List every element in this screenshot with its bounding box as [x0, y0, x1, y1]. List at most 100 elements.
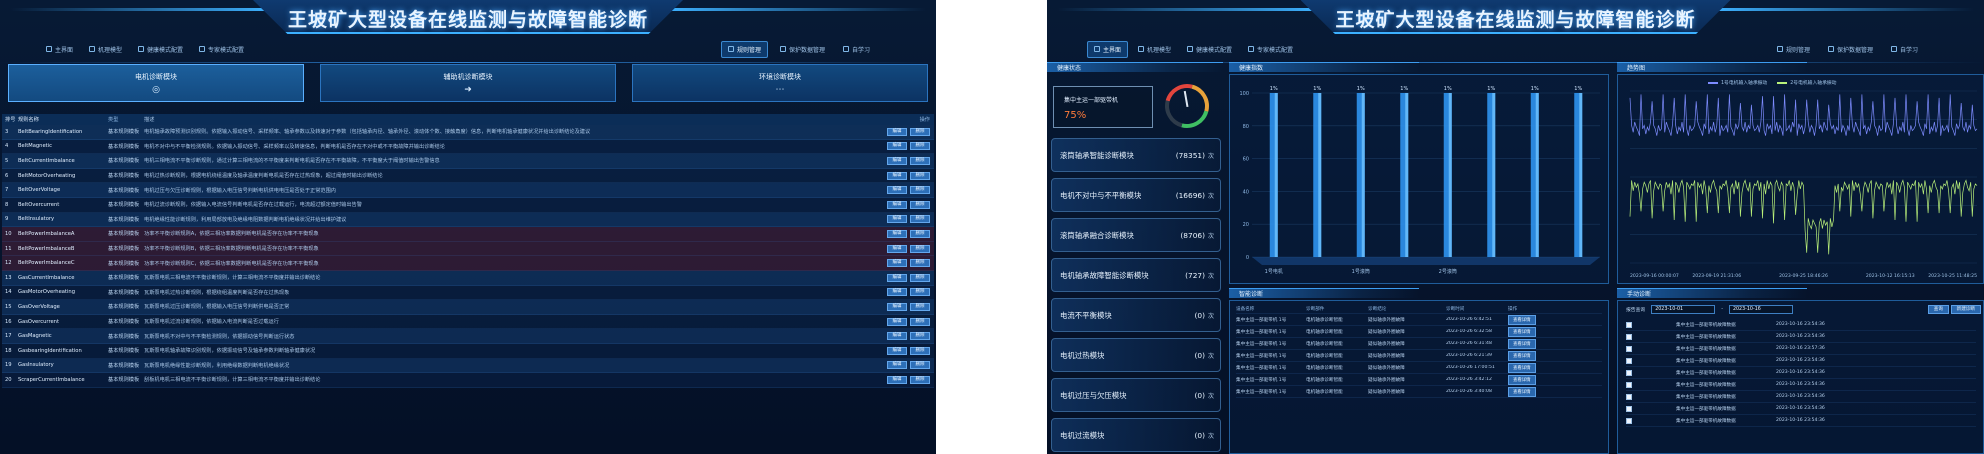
delete-button[interactable]: 删除 — [910, 186, 930, 195]
edit-button[interactable]: 编辑 — [887, 317, 907, 326]
table-row[interactable]: 集中主运一部驱带机 1号 电机轴承诊断智能 疑似轴承外圈故障 2023-10-26 3… — [1236, 386, 1602, 398]
edit-button[interactable]: 编辑 — [887, 127, 907, 136]
edit-button[interactable]: 编辑 — [887, 361, 907, 370]
module-tab-2[interactable]: 环境诊断模块 ⋯ — [632, 64, 928, 102]
nav-item-right-1[interactable]: 保护数据管理 — [1822, 42, 1879, 57]
edit-button[interactable]: 编辑 — [887, 302, 907, 311]
table-row[interactable]: 集中主运一部驱带机故障数据 2023-10-16 23:54:36 — [1626, 355, 1976, 367]
edit-button[interactable]: 编辑 — [887, 186, 907, 195]
delete-button[interactable]: 删除 — [910, 273, 930, 282]
delete-button[interactable]: 删除 — [910, 375, 930, 384]
delete-button[interactable]: 删除 — [910, 317, 930, 326]
delete-button[interactable]: 删除 — [910, 332, 930, 341]
nav-item-right-0[interactable]: 规则管理 — [720, 40, 768, 58]
nav-item-2[interactable]: 健康模式配置 — [1181, 41, 1238, 58]
module-tab-1[interactable]: 辅助机诊断模块 ➜ — [320, 64, 616, 102]
series-line-1[interactable] — [1629, 94, 1978, 136]
delete-button[interactable]: 删除 — [910, 200, 930, 209]
row-checkbox[interactable] — [1626, 357, 1632, 364]
nav-item-1[interactable]: 机理模型 — [1132, 41, 1177, 58]
new-diagnosis-button[interactable]: 新建诊断 — [1950, 305, 1981, 314]
table-row[interactable]: 集中主运一部驱带机故障数据 2023-10-16 23:54:36 — [1626, 331, 1976, 343]
row-checkbox[interactable] — [1626, 369, 1632, 376]
delete-button[interactable]: 删除 — [910, 171, 930, 180]
table-row[interactable]: 9 BeltInsulatory 基本规则模板 电机绝缘性能诊断规则，利用局部放电及绝… — [2, 212, 934, 228]
table-row[interactable]: 16 GasOvercurrent 基本规则模板 瓦斯泵电机过流诊断规则，依据输入电流… — [2, 314, 934, 330]
module-tab-0[interactable]: 电机诊断模块 ◎ — [8, 64, 304, 102]
edit-button[interactable]: 编辑 — [887, 200, 907, 209]
nav-item-right-0[interactable]: 规则管理 — [1771, 42, 1816, 57]
table-row[interactable]: 17 GasMagnetic 基本规则模板 瓦斯泵电机不对中与不平衡检测规则，依据振动… — [2, 329, 934, 344]
fault-module-item[interactable]: 电机过压与欠压模块 (0) 次 — [1051, 378, 1221, 412]
table-row[interactable]: 18 GasbearingIdentification 基本规则模板 瓦斯泵电机轴承故… — [2, 343, 934, 359]
delete-button[interactable]: 删除 — [910, 127, 930, 136]
table-row[interactable]: 集中主运一部驱带机故障数据 2023-10-16 23:57:36 — [1626, 343, 1976, 355]
delete-button[interactable]: 删除 — [910, 229, 930, 238]
table-row[interactable]: 集中主运一部驱带机 1号 电机轴承诊断智能 疑似轴承外圈故障 2023-10-26 6… — [1236, 338, 1602, 350]
fault-module-item[interactable]: 电机不对中与不平衡模块 (16696) 次 — [1051, 178, 1221, 212]
delete-button[interactable]: 删除 — [910, 259, 930, 268]
edit-button[interactable]: 编辑 — [887, 156, 907, 165]
table-row[interactable]: 集中主运一部驱带机故障数据 2023-10-16 23:54:36 — [1626, 391, 1976, 403]
delete-button[interactable]: 删除 — [910, 142, 930, 151]
delete-button[interactable]: 删除 — [910, 346, 930, 355]
delete-button[interactable]: 删除 — [910, 215, 930, 224]
nav-item-0[interactable]: 主界面 — [1087, 40, 1129, 58]
row-checkbox[interactable] — [1626, 333, 1632, 340]
edit-button[interactable]: 编辑 — [887, 375, 907, 384]
table-row[interactable]: 5 BeltCurrentImbalance 基本规则模板 电机三相电流不平衡诊断规则… — [2, 154, 934, 169]
query-button[interactable]: 查询 — [1927, 305, 1949, 314]
table-row[interactable]: 集中主运一部驱带机 1号 电机轴承诊断智能 疑似轴承外圈故障 2023-10-26 6… — [1236, 314, 1602, 326]
nav-item-right-2[interactable]: 自学习 — [1885, 42, 1924, 57]
view-detail-button[interactable]: 查看详情 — [1508, 338, 1536, 349]
table-row[interactable]: 10 BeltPowerImbalanceA 基本规则模板 功率不平衡诊断规则A，依据… — [2, 227, 934, 242]
table-row[interactable]: 7 BeltOverVoltage 基本规则模板 电机过压与欠压诊断规则，根据输入电压… — [2, 183, 934, 198]
nav-item-0[interactable]: 主界面 — [40, 42, 79, 57]
date-from-input[interactable]: 2023-10-01 — [1651, 305, 1716, 314]
table-row[interactable]: 集中主运一部驱带机 1号 电机轴承诊断智能 疑似轴承外圈故障 2023-10-26 6… — [1236, 326, 1602, 338]
view-detail-button[interactable]: 查看详情 — [1508, 314, 1536, 325]
delete-button[interactable]: 删除 — [910, 361, 930, 370]
edit-button[interactable]: 编辑 — [887, 171, 907, 180]
table-row[interactable]: 11 BeltPowerImbalanceB 基本规则模板 功率不平衡诊断规则B，依据… — [2, 241, 934, 257]
table-row[interactable]: 集中主运一部驱带机故障数据 2023-10-16 23:54:36 — [1626, 403, 1976, 415]
table-row[interactable]: 20 ScraperCurrentImbalance 基本规则模板 刮板机电机三相电流… — [2, 373, 934, 388]
nav-item-right-1[interactable]: 保护数据管理 — [774, 41, 831, 58]
view-detail-button[interactable]: 查看详情 — [1508, 386, 1536, 397]
nav-item-2[interactable]: 健康模式配置 — [132, 42, 189, 57]
fault-module-item[interactable]: 电机轴承故障智能诊断模块 (727) 次 — [1051, 258, 1221, 292]
delete-button[interactable]: 删除 — [910, 244, 930, 253]
row-checkbox[interactable] — [1626, 345, 1632, 352]
table-row[interactable]: 集中主运一部驱带机 1号 电机轴承诊断智能 疑似轴承外圈故障 2023-10-26 3… — [1236, 374, 1602, 386]
edit-button[interactable]: 编辑 — [887, 288, 907, 297]
edit-button[interactable]: 编辑 — [887, 244, 907, 253]
fault-module-item[interactable]: 滚筒轴承智能诊断模块 (78351) 次 — [1051, 138, 1221, 172]
view-detail-button[interactable]: 查看详情 — [1508, 374, 1536, 385]
table-row[interactable]: 集中主运一部驱带机故障数据 2023-10-16 23:54:36 — [1626, 415, 1976, 427]
fault-module-item[interactable]: 滚筒轴承融合诊断模块 (8706) 次 — [1051, 218, 1221, 252]
fault-module-item[interactable]: 电流不平衡模块 (0) 次 — [1051, 298, 1221, 332]
table-row[interactable]: 集中主运一部驱带机故障数据 2023-10-16 23:54:36 — [1626, 367, 1976, 379]
table-row[interactable]: 13 GasCurrentImbalance 基本规则模板 瓦斯泵电机三相电流不平衡诊… — [2, 270, 934, 286]
table-row[interactable]: 集中主运一部驱带机 1号 电机轴承诊断智能 疑似轴承外圈故障 2023-10-26 6… — [1236, 350, 1602, 362]
edit-button[interactable]: 编辑 — [887, 215, 907, 224]
row-checkbox[interactable] — [1626, 393, 1632, 400]
health-card[interactable]: 集中主运一部驱带机 75% — [1053, 86, 1153, 128]
table-row[interactable]: 6 BeltMotorOverheating 基本规则模板 电机过热诊断规则，根据电机… — [2, 168, 934, 184]
delete-button[interactable]: 删除 — [910, 288, 930, 297]
nav-item-3[interactable]: 专家模式配置 — [1242, 41, 1299, 58]
fault-module-item[interactable]: 电机过热模块 (0) 次 — [1051, 338, 1221, 372]
edit-button[interactable]: 编辑 — [887, 229, 907, 238]
row-checkbox[interactable] — [1626, 405, 1632, 412]
view-detail-button[interactable]: 查看详情 — [1508, 362, 1536, 373]
edit-button[interactable]: 编辑 — [887, 259, 907, 268]
table-row[interactable]: 12 BeltPowerImbalanceC 基本规则模板 功率不平衡诊断规则C，依据… — [2, 256, 934, 271]
delete-button[interactable]: 删除 — [910, 302, 930, 311]
edit-button[interactable]: 编辑 — [887, 332, 907, 341]
edit-button[interactable]: 编辑 — [887, 273, 907, 282]
nav-item-3[interactable]: 专家模式配置 — [193, 42, 250, 57]
nav-item-right-2[interactable]: 自学习 — [837, 41, 876, 58]
table-row[interactable]: 集中主运一部驱带机故障数据 2023-10-16 23:54:36 — [1626, 319, 1976, 331]
table-row[interactable]: 集中主运一部驱带机 1号 电机轴承诊断智能 疑似轴承外圈故障 2023-10-26 1… — [1236, 362, 1602, 374]
view-detail-button[interactable]: 查看详情 — [1508, 326, 1536, 337]
